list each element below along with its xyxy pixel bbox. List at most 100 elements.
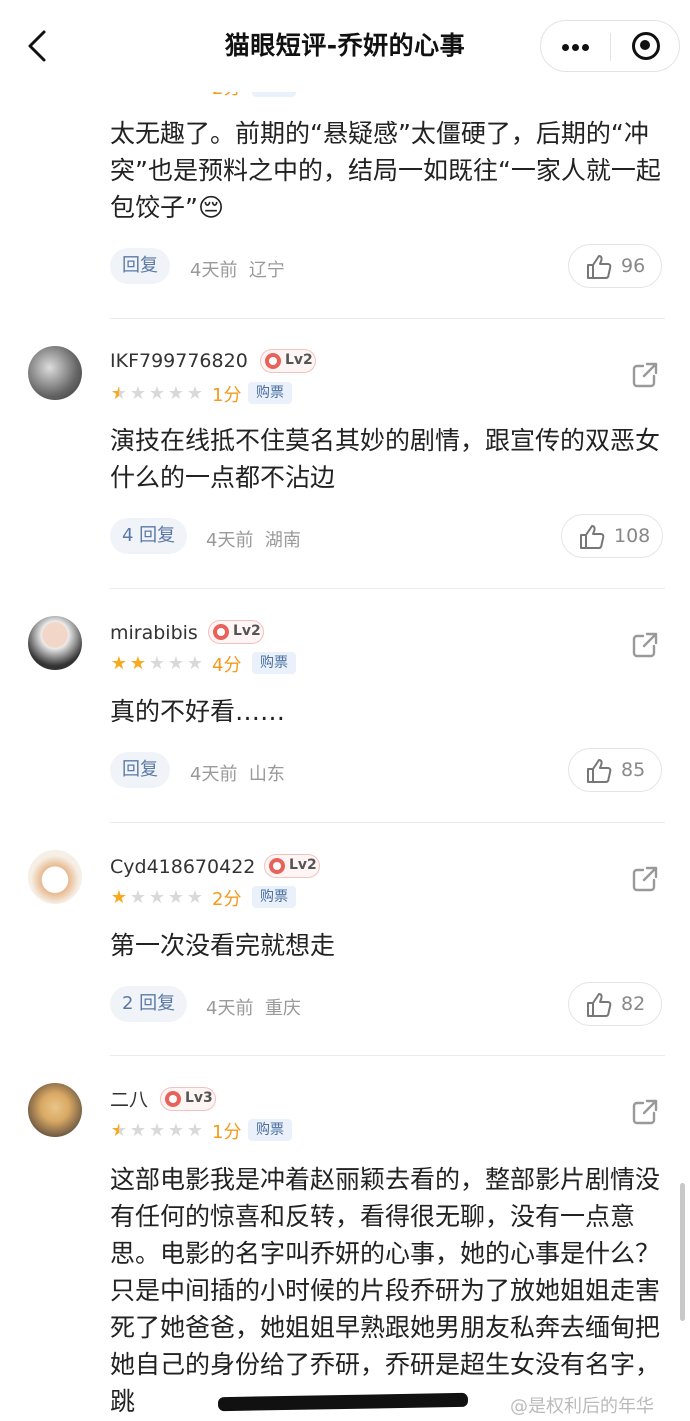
comment-meta: 4天前 湖南	[206, 526, 301, 552]
like-button[interactable]: 85	[568, 748, 662, 792]
comment-time: 4天前	[190, 764, 238, 785]
star-icon: ★	[110, 653, 128, 674]
star-icon: ★	[186, 383, 204, 404]
share-icon	[632, 632, 658, 658]
comment-location: 重庆	[264, 998, 301, 1019]
score: 2分	[212, 889, 242, 910]
score: 1分	[212, 1122, 242, 1143]
share-button[interactable]	[630, 630, 660, 660]
star-icon: ★	[129, 383, 147, 404]
avatar[interactable]	[28, 346, 82, 400]
share-button[interactable]	[630, 360, 660, 390]
scrollbar[interactable]	[680, 1183, 685, 1321]
star-rating: ★★★★★	[110, 384, 205, 404]
like-count: 85	[621, 759, 646, 781]
divider	[110, 1055, 665, 1056]
comment-time: 4天前	[206, 530, 254, 551]
comment-time: 4天前	[190, 260, 238, 281]
share-icon	[632, 1099, 658, 1125]
star-icon: ★	[167, 383, 185, 404]
comment-location: 山东	[248, 764, 285, 785]
mini-program-capsule	[540, 20, 680, 72]
star-icon: ★	[186, 653, 204, 674]
like-count: 108	[614, 525, 651, 547]
reply-button[interactable]: 回复	[110, 248, 170, 284]
more-button[interactable]	[541, 21, 610, 71]
username[interactable]: Cyd418670422	[110, 856, 255, 878]
star-icon: ★	[186, 887, 204, 908]
like-button[interactable]: 108	[561, 514, 663, 558]
like-count: 96	[621, 255, 646, 277]
username[interactable]: mirabibis	[110, 622, 198, 644]
level-icon	[165, 1091, 181, 1107]
star-icon: ★	[129, 887, 147, 908]
star-icon: ★	[167, 653, 185, 674]
like-button[interactable]: 96	[568, 244, 662, 288]
avatar[interactable]	[28, 850, 82, 904]
divider	[110, 822, 665, 823]
comment-meta: 4天前 山东	[190, 760, 285, 786]
close-button[interactable]	[611, 21, 680, 71]
reply-button[interactable]: 回复	[110, 752, 170, 788]
watermark: @是权利后的年华	[510, 1396, 654, 1417]
comment-meta: 4天前 重庆	[206, 994, 301, 1020]
avatar[interactable]	[28, 616, 82, 670]
more-dots-icon	[562, 44, 569, 51]
score: 1分	[212, 385, 242, 406]
share-button[interactable]	[630, 1097, 660, 1127]
avatar[interactable]	[28, 1083, 82, 1137]
level-badge: Lv3	[160, 1087, 216, 1111]
star-icon: ★	[110, 1120, 128, 1141]
thumbs-up-icon	[580, 525, 605, 549]
star-rating: ★★★★★	[110, 888, 205, 908]
comment-text: 第一次没看完就想走	[110, 931, 336, 960]
star-rating: ★★★★★	[110, 1121, 205, 1141]
comment-text: 这部电影我是冲着赵丽颖去看的，整部影片剧情没有任何的惊喜和反转，看得很无聊，没有…	[110, 1165, 661, 1416]
star-icon: ★	[148, 1120, 166, 1141]
level-icon	[269, 858, 285, 874]
score: 4分	[212, 655, 242, 676]
thumbs-up-icon	[587, 993, 612, 1017]
share-button[interactable]	[630, 864, 660, 894]
thumbs-up-icon	[587, 255, 612, 279]
level-icon	[265, 353, 281, 369]
share-icon	[632, 362, 658, 388]
divider	[110, 588, 665, 589]
level-badge: Lv2	[264, 854, 320, 878]
comment-time: 4天前	[206, 998, 254, 1019]
reply-button[interactable]: 4 回复	[110, 518, 188, 554]
like-button[interactable]: 82	[568, 982, 662, 1026]
star-icon: ★	[129, 653, 147, 674]
comment-location: 辽宁	[248, 260, 285, 281]
buy-ticket-tag: 购票	[252, 886, 296, 908]
star-icon: ★	[148, 887, 166, 908]
star-icon: ★	[148, 653, 166, 674]
comment-meta: 4天前 辽宁	[190, 256, 285, 282]
comment-location: 湖南	[264, 530, 301, 551]
reply-button[interactable]: 2 回复	[110, 986, 188, 1022]
star-icon: ★	[167, 887, 185, 908]
buy-ticket-tag: 购票	[252, 652, 296, 674]
comment-text: 真的不好看……	[110, 697, 286, 726]
share-icon	[632, 866, 658, 892]
like-count: 82	[621, 993, 646, 1015]
comment-text: 演技在线抵不住莫名其妙的剧情，跟宣传的双恶女什么的一点都不沾边	[110, 426, 661, 492]
star-icon: ★	[167, 1120, 185, 1141]
star-icon: ★	[129, 1120, 147, 1141]
top-bar: 猫眼短评-乔妍的心事	[0, 0, 690, 92]
buy-ticket-tag: 购票	[248, 1119, 292, 1141]
thumbs-up-icon	[587, 759, 612, 783]
level-icon	[213, 624, 229, 640]
level-badge: Lv2	[208, 620, 264, 644]
star-icon: ★	[148, 383, 166, 404]
star-icon: ★	[110, 887, 128, 908]
star-icon: ★	[186, 1120, 204, 1141]
username[interactable]: IKF799776820	[110, 350, 248, 372]
star-rating: ★★★★★	[110, 654, 205, 674]
level-badge: Lv2	[260, 349, 316, 373]
buy-ticket-tag: 购票	[248, 382, 292, 404]
comment-text: 太无趣了。前期的“悬疑感”太僵硬了，后期的“冲突”也是预料之中的，结局一如既往“…	[110, 119, 661, 222]
star-icon: ★	[110, 383, 128, 404]
username[interactable]: 二八	[110, 1089, 148, 1111]
divider	[110, 318, 665, 319]
